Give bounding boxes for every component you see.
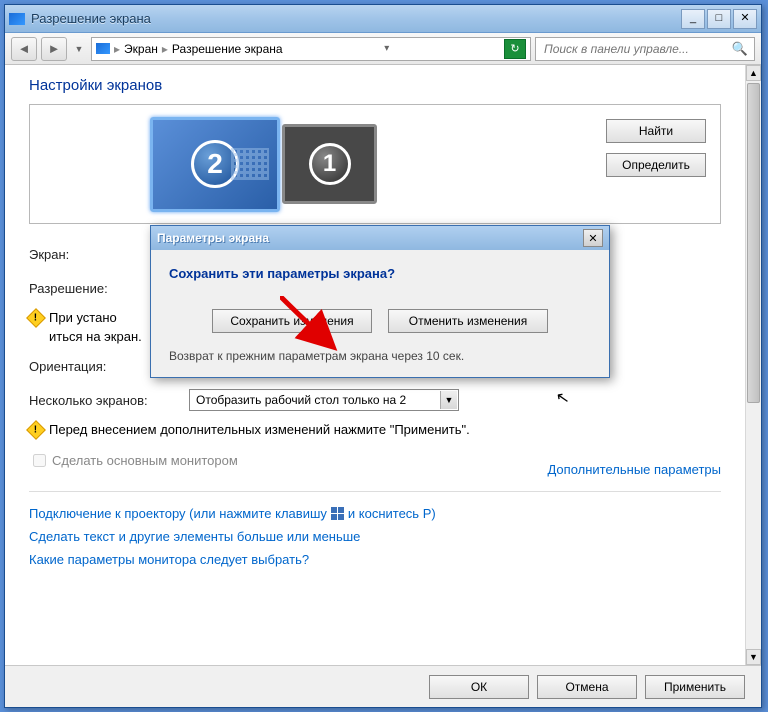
- row-multiple-displays: Несколько экранов: Отобразить рабочий ст…: [29, 388, 721, 412]
- ok-button[interactable]: ОК: [429, 675, 529, 699]
- history-dropdown[interactable]: ▼: [71, 37, 87, 61]
- dialog-close-button[interactable]: ✕: [583, 229, 603, 247]
- bottom-bar: ОК Отмена Применить: [5, 665, 761, 707]
- dialog-titlebar[interactable]: Параметры экрана ✕: [151, 226, 609, 250]
- confirm-dialog: Параметры экрана ✕ Сохранить эти парамет…: [150, 225, 610, 378]
- maximize-button[interactable]: □: [707, 9, 731, 29]
- search-box[interactable]: 🔍: [535, 37, 755, 61]
- back-button[interactable]: ◄: [11, 37, 37, 61]
- nav-bar: ◄ ► ▼ ▸ Экран ▸ Разрешение экрана ▾ ↻ 🔍: [5, 33, 761, 65]
- breadcrumb-level1[interactable]: Экран: [124, 42, 158, 56]
- label-multiple: Несколько экранов:: [29, 393, 189, 408]
- which-monitor-link[interactable]: Какие параметры монитора следует выбрать…: [29, 552, 721, 567]
- warning-icon: [26, 420, 46, 440]
- make-primary-checkbox: [33, 454, 46, 467]
- find-button[interactable]: Найти: [606, 119, 706, 143]
- forward-button[interactable]: ►: [41, 37, 67, 61]
- app-icon: [9, 13, 25, 25]
- textsize-link[interactable]: Сделать текст и другие элементы больше и…: [29, 529, 721, 544]
- save-changes-button[interactable]: Сохранить изменения: [212, 309, 372, 333]
- titlebar[interactable]: Разрешение экрана _ □ ✕: [5, 5, 761, 33]
- dialog-question: Сохранить эти параметры экрана?: [169, 266, 591, 281]
- scrollbar[interactable]: ▲ ▼: [745, 65, 761, 665]
- scroll-thumb[interactable]: [747, 83, 760, 403]
- identify-button[interactable]: Определить: [606, 153, 706, 177]
- refresh-button[interactable]: ↻: [504, 39, 526, 59]
- minimize-button[interactable]: _: [681, 9, 705, 29]
- projector-link[interactable]: Подключение к проектору (или нажмите кла…: [29, 506, 721, 521]
- apply-warning: Перед внесением дополнительных изменений…: [29, 422, 721, 437]
- address-bar[interactable]: ▸ Экран ▸ Разрешение экрана ▾ ↻: [91, 37, 531, 61]
- dialog-title: Параметры экрана: [157, 231, 583, 245]
- chevron-down-icon: ▼: [440, 391, 457, 409]
- select-value: Отобразить рабочий стол только на 2: [196, 393, 406, 407]
- folder-icon: [96, 43, 110, 54]
- monitor-grid-icon: [231, 148, 269, 180]
- close-button[interactable]: ✕: [733, 9, 757, 29]
- countdown-text: Возврат к прежним параметрам экрана чере…: [169, 349, 591, 363]
- windows-logo-icon: [331, 507, 344, 520]
- make-primary-label: Сделать основным монитором: [52, 453, 238, 468]
- scroll-up-arrow[interactable]: ▲: [746, 65, 761, 81]
- breadcrumb-level2[interactable]: Разрешение экрана: [172, 42, 283, 56]
- monitor-2[interactable]: 2: [150, 117, 280, 212]
- warning-icon: [26, 308, 46, 328]
- search-icon[interactable]: 🔍: [732, 41, 748, 57]
- monitor-1[interactable]: 1: [282, 124, 377, 204]
- monitor-preview-box: 2 1 Найти Определить: [29, 104, 721, 224]
- multiple-displays-select[interactable]: Отобразить рабочий стол только на 2 ▼: [189, 389, 459, 411]
- apply-button[interactable]: Применить: [645, 675, 745, 699]
- search-input[interactable]: [542, 41, 732, 57]
- monitor-number: 1: [309, 143, 351, 185]
- scroll-down-arrow[interactable]: ▼: [746, 649, 761, 665]
- revert-changes-button[interactable]: Отменить изменения: [388, 309, 548, 333]
- window-title: Разрешение экрана: [31, 11, 681, 26]
- cancel-button[interactable]: Отмена: [537, 675, 637, 699]
- section-heading: Настройки экранов: [29, 77, 721, 94]
